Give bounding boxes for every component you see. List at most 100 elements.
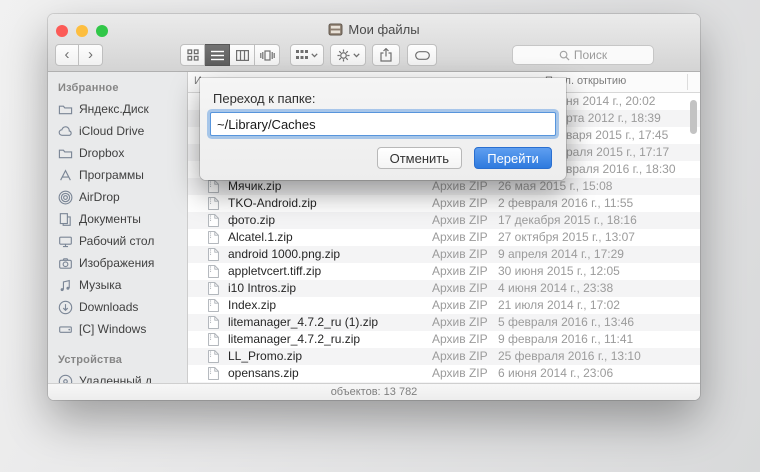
file-name: i10 Intros.zip	[228, 281, 296, 295]
file-date: 27 октября 2015 г., 13:07	[498, 230, 635, 244]
coverflow-view-button[interactable]	[255, 44, 280, 66]
column-view-icon	[236, 50, 249, 61]
sidebar-item-label: Программы	[79, 168, 144, 182]
zip-file-icon	[208, 282, 219, 295]
sidebar-item-yandex-disk[interactable]: Яндекс.Диск	[48, 98, 187, 120]
file-name: фото.zip	[228, 213, 275, 227]
sidebar-item-windows-c[interactable]: [C] Windows	[48, 318, 187, 340]
file-date: 17 декабря 2015 г., 18:16	[498, 213, 637, 227]
sidebar-item-icloud-drive[interactable]: iCloud Drive	[48, 120, 187, 142]
arrange-icon	[296, 49, 308, 61]
file-kind: Архив ZIP	[432, 366, 488, 380]
table-row[interactable]: litemanager_4.7.2_ru.zipАрхив ZIP9 февра…	[188, 331, 700, 348]
file-kind: Архив ZIP	[432, 332, 488, 346]
desktop-icon	[58, 234, 73, 249]
table-row[interactable]: android 1000.png.zipАрхив ZIP9 апреля 20…	[188, 246, 700, 263]
zip-file-icon	[208, 265, 219, 278]
file-kind: Архив ZIP	[432, 179, 488, 193]
table-row[interactable]: appletvcert.tiff.zip Архив ZIP 30 июня 201…	[188, 263, 700, 280]
back-button[interactable]: ‹	[55, 44, 79, 66]
folder-path-input[interactable]	[210, 112, 556, 136]
actions-button[interactable]	[330, 44, 366, 66]
sidebar-item-remote-disc[interactable]: Удаленный д...	[48, 370, 187, 383]
documents-icon	[58, 212, 73, 227]
go-button[interactable]: Перейти	[474, 147, 552, 169]
window-title-area: Мои файлы	[48, 20, 700, 38]
file-date: 30 июня 2015 г., 12:05	[498, 264, 620, 278]
sidebar-item-label: Рабочий стол	[79, 234, 154, 248]
table-row[interactable]: Мячик.zipАрхив ZIP26 мая 2015 г., 15:08	[188, 178, 700, 195]
search-placeholder: Поиск	[574, 48, 607, 62]
file-date: 26 мая 2015 г., 15:08	[498, 179, 612, 193]
file-date: 6 июня 2014 г., 23:06	[498, 366, 613, 380]
share-icon	[380, 48, 392, 62]
sidebar-item-label: Документы	[79, 212, 141, 226]
list-view-button[interactable]	[205, 44, 230, 66]
file-date: 9 апреля 2014 г., 17:29	[498, 247, 624, 261]
sidebar-section-header: Избранное	[48, 78, 187, 98]
sidebar-item-dropbox[interactable]: Dropbox	[48, 142, 187, 164]
icon-view-button[interactable]	[180, 44, 205, 66]
sidebar-item-pictures[interactable]: Изображения	[48, 252, 187, 274]
file-date: 4 июня 2014 г., 23:38	[498, 281, 613, 295]
table-row[interactable]: Alcatel.1.zipАрхив ZIP27 октября 2015 г.…	[188, 229, 700, 246]
sidebar-item-downloads[interactable]: Downloads	[48, 296, 187, 318]
zip-file-icon	[208, 299, 219, 312]
zip-file-icon	[208, 231, 219, 244]
file-name: litemanager_4.7.2_ru (1).zip	[228, 315, 378, 329]
file-kind: Архив ZIP	[432, 196, 488, 210]
table-row[interactable]: фото.zipАрхив ZIP17 декабря 2015 г., 18:…	[188, 212, 700, 229]
windows-c-icon	[58, 322, 73, 337]
tags-button[interactable]	[407, 44, 437, 66]
table-row[interactable]: TKO-Android.zipАрхив ZIP2 февраля 2016 г…	[188, 195, 700, 212]
gear-icon	[337, 49, 350, 62]
sidebar-item-label: Downloads	[79, 300, 138, 314]
chevron-down-icon	[353, 53, 360, 58]
share-button[interactable]	[372, 44, 400, 66]
sidebar-item-documents[interactable]: Документы	[48, 208, 187, 230]
arrange-button[interactable]	[290, 44, 324, 66]
file-date: 9 февраля 2016 г., 11:41	[498, 332, 633, 346]
downloads-icon	[58, 300, 73, 315]
list-view-icon	[211, 50, 224, 61]
dialog-label: Переход к папке:	[213, 91, 316, 106]
file-name: appletvcert.tiff.zip	[228, 264, 321, 278]
cancel-button[interactable]: Отменить	[377, 147, 462, 169]
search-input[interactable]: Поиск	[512, 45, 654, 65]
table-row[interactable]: i10 Intros.zip Архив ZIP 4 июня 2014 г., 2…	[188, 280, 700, 297]
sidebar-item-label: Музыка	[79, 278, 121, 292]
file-kind: Архив ZIP	[432, 247, 488, 261]
sidebar-item-label: Яндекс.Диск	[79, 102, 149, 116]
sidebar-item-airdrop[interactable]: AirDrop	[48, 186, 187, 208]
applications-icon	[58, 168, 73, 183]
file-kind: Архив ZIP	[432, 281, 488, 295]
file-date: 21 июля 2014 г., 17:02	[498, 298, 620, 312]
sidebar-item-applications[interactable]: Программы	[48, 164, 187, 186]
zip-file-icon	[208, 248, 219, 261]
file-name: Alcatel.1.zip	[228, 230, 293, 244]
table-row[interactable]: Index.zipАрхив ZIP21 июля 2014 г., 17:02	[188, 297, 700, 314]
column-view-button[interactable]	[230, 44, 255, 66]
coverflow-view-icon	[260, 50, 275, 61]
my-files-icon	[328, 23, 343, 36]
file-date: 5 февраля 2016 г., 13:46	[498, 315, 634, 329]
sidebar-item-label: [C] Windows	[79, 322, 146, 336]
zip-file-icon	[208, 180, 219, 193]
file-name: LL_Promo.zip	[228, 349, 302, 363]
sidebar-section-header: Устройства	[48, 350, 187, 370]
airdrop-icon	[58, 190, 73, 205]
sidebar-item-desktop[interactable]: Рабочий стол	[48, 230, 187, 252]
table-row[interactable]: litemanager_4.7.2_ru (1).zipАрхив ZIP5 ф…	[188, 314, 700, 331]
column-divider	[687, 74, 688, 90]
file-kind: Архив ZIP	[432, 264, 488, 278]
file-date: 2 февраля 2016 г., 11:55	[498, 196, 633, 210]
table-row[interactable]: LL_Promo.zipАрхив ZIP25 февраля 2016 г.,…	[188, 348, 700, 365]
list-scrollbar-thumb[interactable]	[690, 100, 697, 134]
icloud-drive-icon	[58, 124, 73, 139]
table-row[interactable]: opensans.zipАрхив ZIP6 июня 2014 г., 23:…	[188, 365, 700, 382]
zip-file-icon	[208, 333, 219, 346]
file-name: Index.zip	[228, 298, 276, 312]
forward-button[interactable]: ›	[79, 44, 103, 66]
sidebar-item-music[interactable]: Музыка	[48, 274, 187, 296]
view-switcher	[180, 44, 280, 66]
